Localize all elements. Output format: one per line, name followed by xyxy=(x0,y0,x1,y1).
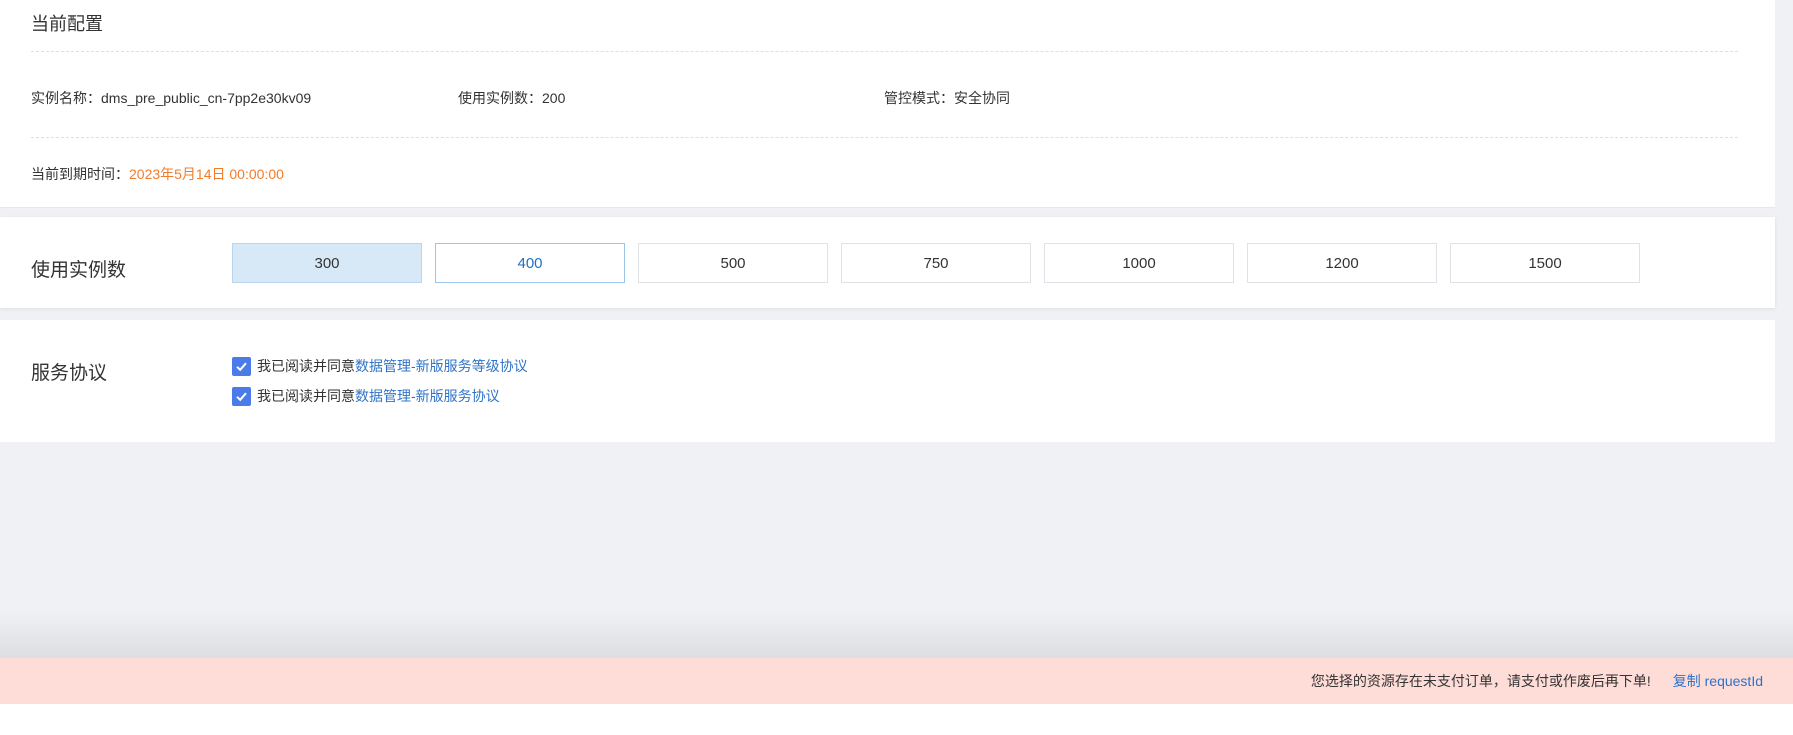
instance-count-label: 使用实例数： xyxy=(458,90,542,106)
divider xyxy=(31,51,1738,52)
service-agreement-link[interactable]: 数据管理-新版服务协议 xyxy=(355,386,500,406)
agreement-row: 我已阅读并同意 数据管理-新版服务协议 xyxy=(232,386,500,406)
divider xyxy=(31,137,1738,138)
instance-count-option[interactable]: 500 xyxy=(638,243,828,283)
bottom-strip xyxy=(0,704,1793,735)
bottom-shadow xyxy=(0,610,1793,658)
error-notification-bar: 您选择的资源存在未支付订单，请支付或作废后再下单! 复制 requestId xyxy=(0,658,1793,704)
instance-name-label: 实例名称： xyxy=(31,90,101,106)
agreement-prefix: 我已阅读并同意 xyxy=(257,358,355,374)
instance-count-option[interactable]: 1500 xyxy=(1450,243,1640,283)
instance-count-option[interactable]: 1200 xyxy=(1247,243,1437,283)
instance-count-value: 200 xyxy=(542,90,566,106)
agreement-checkbox[interactable] xyxy=(232,356,251,376)
control-mode-value: 安全协同 xyxy=(954,90,1010,106)
service-agreement-section-label: 服务协议 xyxy=(31,363,108,384)
instance-count-option[interactable]: 400 xyxy=(435,243,625,283)
page: 当前配置 实例名称：dms_pre_public_cn-7pp2e30kv09 … xyxy=(0,0,1793,735)
agreement-prefix: 我已阅读并同意 xyxy=(257,388,355,404)
instance-name-field: 实例名称：dms_pre_public_cn-7pp2e30kv09 xyxy=(31,88,311,108)
copy-request-id-link[interactable]: 复制 requestId xyxy=(1673,671,1763,691)
instance-count-panel: 使用实例数 300 400 500 750 1000 1200 1500 xyxy=(0,217,1775,308)
sla-agreement-link[interactable]: 数据管理-新版服务等级协议 xyxy=(355,356,528,376)
check-icon xyxy=(236,392,247,401)
check-icon xyxy=(236,362,247,371)
error-message: 您选择的资源存在未支付订单，请支付或作废后再下单! xyxy=(1310,673,1651,689)
instance-count-option[interactable]: 300 xyxy=(232,243,422,283)
control-mode-field: 管控模式：安全协同 xyxy=(884,88,1010,108)
current-config-panel: 当前配置 实例名称：dms_pre_public_cn-7pp2e30kv09 … xyxy=(0,0,1775,208)
instance-count-option[interactable]: 1000 xyxy=(1044,243,1234,283)
control-mode-label: 管控模式： xyxy=(884,90,954,106)
agreement-row: 我已阅读并同意 数据管理-新版服务等级协议 xyxy=(232,356,528,376)
expire-value: 2023年5月14日 00:00:00 xyxy=(129,166,284,182)
instance-count-option[interactable]: 750 xyxy=(841,243,1031,283)
service-agreement-panel: 服务协议 我已阅读并同意 数据管理-新版服务等级协议 我已阅读并同意 数据管理-新版… xyxy=(0,320,1775,442)
instance-count-section-label: 使用实例数 xyxy=(31,260,127,281)
expire-field: 当前到期时间：2023年5月14日 00:00:00 xyxy=(31,164,284,184)
current-config-title: 当前配置 xyxy=(31,14,103,34)
expire-label: 当前到期时间： xyxy=(31,166,129,182)
instance-count-field: 使用实例数：200 xyxy=(458,88,565,108)
agreement-checkbox[interactable] xyxy=(232,386,251,406)
instance-name-value: dms_pre_public_cn-7pp2e30kv09 xyxy=(101,90,312,106)
